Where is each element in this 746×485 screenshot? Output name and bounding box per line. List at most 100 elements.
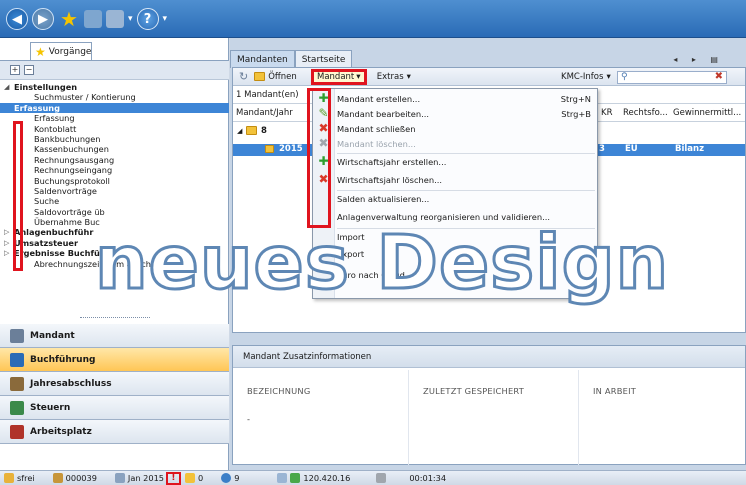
tree-toolbar: + − bbox=[0, 60, 229, 80]
menu-item-label: Salden aktualisieren... bbox=[337, 194, 430, 204]
tab-navigation[interactable]: ◂ ▸ ▤ bbox=[673, 55, 724, 64]
collapsed-triangle-icon[interactable]: ▷ bbox=[4, 248, 9, 258]
tree-item[interactable]: Saldenvorträge bbox=[0, 186, 229, 196]
dropdown-arrow-icon[interactable]: ▾ bbox=[163, 14, 168, 24]
menu-item[interactable]: Mandant erstellen... Strg+N bbox=[337, 92, 595, 106]
expand-all-icon[interactable]: + bbox=[10, 65, 20, 75]
star-icon[interactable]: ★ bbox=[58, 7, 80, 31]
status-notes: 0 bbox=[184, 473, 204, 483]
calendar-icon bbox=[114, 473, 125, 483]
tree-item[interactable]: Buchungsprotokoll bbox=[0, 176, 229, 186]
status-client: 000039 bbox=[52, 473, 97, 483]
description-value: - bbox=[247, 414, 251, 424]
extras-menu-button[interactable]: Extras ▾ bbox=[377, 72, 411, 82]
tree-item[interactable]: Suchmuster / Kontierung bbox=[0, 92, 229, 102]
session-time: 00:01:34 bbox=[409, 473, 447, 483]
tree-item[interactable]: Kassenbuchungen bbox=[0, 144, 229, 154]
column-header-skr[interactable]: KR bbox=[601, 108, 612, 118]
nav-button[interactable]: Steuern bbox=[0, 396, 229, 420]
menu-item[interactable]: Wirtschaftsjahr löschen... bbox=[337, 173, 595, 187]
divider bbox=[408, 370, 409, 465]
dropdown-arrow-icon[interactable]: ▾ bbox=[128, 14, 133, 24]
column-header-profit-method[interactable]: Gewinnermittl... bbox=[673, 108, 741, 118]
search-input[interactable]: ⚲ ✖ bbox=[617, 71, 727, 84]
tab[interactable]: Startseite bbox=[294, 50, 353, 68]
nav-button-label: Mandant bbox=[30, 330, 75, 341]
print-icon[interactable] bbox=[106, 10, 124, 28]
clear-search-icon[interactable]: ✖ bbox=[715, 71, 723, 82]
divider bbox=[578, 370, 579, 465]
kmc-infos-button[interactable]: KMC-Infos ▾ bbox=[561, 72, 611, 82]
highlight-box bbox=[307, 88, 331, 228]
folder-icon bbox=[246, 126, 257, 135]
mandant-menu-button[interactable]: Mandant ▾ bbox=[311, 69, 367, 85]
menu-item-shortcut: Strg+N bbox=[560, 94, 591, 104]
menu-item[interactable]: Wirtschaftsjahr erstellen... bbox=[337, 155, 595, 169]
kmc-label: KMC-Infos bbox=[561, 71, 604, 82]
tasks-count: 9 bbox=[234, 473, 240, 483]
clock-icon bbox=[376, 473, 387, 483]
expanded-triangle-icon[interactable]: ◢ bbox=[4, 82, 9, 92]
menu-separator bbox=[337, 190, 595, 191]
cell-skr: 3 bbox=[599, 144, 605, 154]
help-icon[interactable]: ? bbox=[136, 8, 159, 30]
clients-toolbar: ↻ Öffnen Mandant ▾ Extras ▾ KMC-Infos ▾ … bbox=[233, 68, 745, 86]
column-label-last-saved: ZULETZT GESPEICHERT bbox=[423, 386, 525, 396]
pane-splitter[interactable] bbox=[80, 317, 150, 322]
status-tasks: 9 bbox=[221, 473, 239, 483]
nav-button[interactable]: Mandant bbox=[0, 324, 229, 348]
tree-item-label: Erfassung bbox=[34, 113, 75, 124]
open-button[interactable]: Öffnen bbox=[254, 72, 297, 82]
menu-item-label: Wirtschaftsjahr löschen... bbox=[337, 175, 443, 185]
tree-item[interactable]: Erfassung bbox=[0, 113, 229, 123]
expand-triangle-icon[interactable]: ◢ bbox=[237, 127, 242, 135]
collapse-all-icon[interactable]: − bbox=[24, 65, 34, 75]
tree-item[interactable]: Suche bbox=[0, 196, 229, 206]
forward-arrow-icon[interactable]: ▶ bbox=[32, 8, 54, 30]
period-label: Jan 2015 bbox=[127, 473, 164, 483]
nav-button-label: Buchführung bbox=[30, 354, 96, 365]
tree-item-label: Anlagenbuchführ bbox=[14, 227, 94, 238]
menu-item-label: Mandant löschen... bbox=[337, 139, 416, 149]
folder-icon bbox=[254, 72, 266, 81]
warning-icon[interactable]: ! bbox=[165, 471, 181, 485]
back-arrow-icon[interactable]: ◀ bbox=[6, 8, 28, 30]
chevron-down-icon: ▾ bbox=[406, 71, 411, 82]
nav-button[interactable]: Jahresabschluss bbox=[0, 372, 229, 396]
menu-item[interactable]: Mandant schließen bbox=[337, 122, 595, 136]
nav-button[interactable]: Arbeitsplatz bbox=[0, 420, 229, 444]
collapsed-triangle-icon[interactable]: ▷ bbox=[4, 227, 9, 237]
tree-item[interactable]: Rechnungseingang bbox=[0, 165, 229, 175]
tree-item-label: Saldenvorträge bbox=[34, 185, 97, 196]
tree-item[interactable]: ◢ Einstellungen bbox=[0, 82, 229, 92]
user-name: sfrei bbox=[17, 473, 35, 483]
client-icon bbox=[52, 473, 63, 483]
column-header-year[interactable]: Mandant/Jahr bbox=[236, 108, 293, 118]
tree-item[interactable]: Bankbuchungen bbox=[0, 134, 229, 144]
tree-item[interactable]: Erfassung bbox=[0, 102, 229, 114]
status-bar: sfrei 000039 Jan 2015 ! 0 9 120.420.16 0… bbox=[0, 470, 746, 485]
column-header-legal-form[interactable]: Rechtsfo... bbox=[623, 108, 668, 118]
tree-item-label: Kontoblatt bbox=[34, 123, 77, 134]
tree-item[interactable]: Saldovorträge üb bbox=[0, 207, 229, 217]
collapsed-triangle-icon[interactable]: ▷ bbox=[4, 238, 9, 248]
nav-icon bbox=[10, 424, 24, 439]
navigation-panel: Mandant Buchführung Jahresabschluss Steuern… bbox=[0, 324, 229, 444]
menu-item[interactable]: Salden aktualisieren... bbox=[337, 192, 595, 206]
tree-item-label: Suchmuster / Kontierung bbox=[34, 92, 136, 103]
client-count: 1 Mandant(en) bbox=[236, 89, 299, 100]
tree-item[interactable]: Rechnungsausgang bbox=[0, 155, 229, 165]
tab-vorgaenge[interactable]: ★ Vorgänge bbox=[30, 42, 92, 60]
notes-count: 0 bbox=[197, 473, 204, 483]
tab[interactable]: Mandanten bbox=[230, 50, 295, 68]
document-tabs: Mandanten Startseite bbox=[230, 50, 353, 68]
refresh-icon[interactable]: ↻ bbox=[239, 70, 248, 83]
open-label: Öffnen bbox=[268, 71, 297, 82]
tree-item[interactable]: Kontoblatt bbox=[0, 124, 229, 134]
menu-item-label: Wirtschaftsjahr erstellen... bbox=[337, 157, 447, 167]
save-disk-icon[interactable] bbox=[84, 10, 102, 28]
menu-item-shortcut: Strg+B bbox=[561, 109, 591, 119]
menu-item[interactable]: Mandant bearbeiten... Strg+B bbox=[337, 107, 595, 121]
nav-button[interactable]: Buchführung bbox=[0, 348, 229, 372]
cell-year: 2015 bbox=[279, 144, 303, 154]
